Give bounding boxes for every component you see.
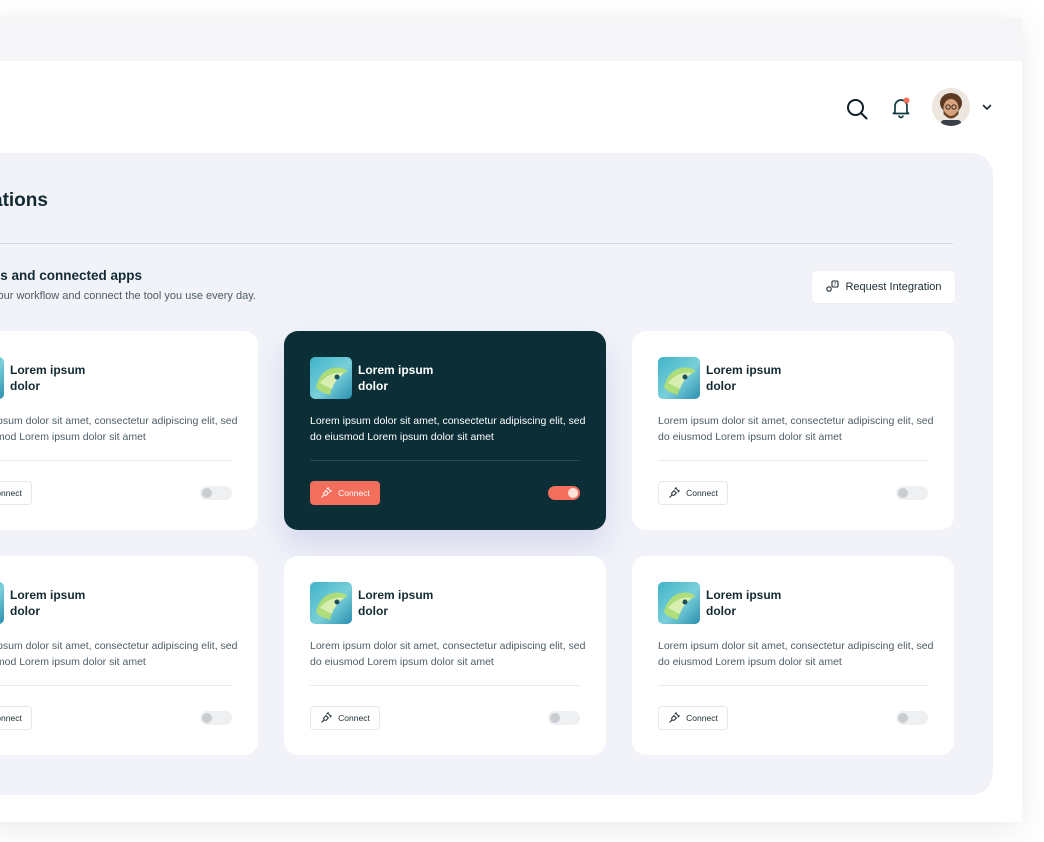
section-title: ns and connected apps (0, 268, 143, 283)
connect-button[interactable]: Connect (658, 481, 728, 505)
integration-card[interactable]: Lorem ipsum dolor Lorem ipsum dolor sit a… (284, 331, 606, 530)
toggle-knob (568, 488, 578, 498)
svg-text:?: ? (834, 282, 837, 288)
app-logo-icon (0, 357, 4, 399)
card-header: Lorem ipsum dolor (0, 582, 100, 624)
avatar[interactable] (932, 88, 970, 126)
request-icon: ? (825, 279, 840, 296)
enable-toggle[interactable] (896, 486, 928, 500)
connect-label: Connect (686, 713, 718, 723)
card-divider (310, 685, 580, 686)
card-header: Lorem ipsum dolor (310, 357, 448, 399)
card-divider (0, 685, 232, 686)
enable-toggle[interactable] (548, 486, 580, 500)
search-icon[interactable] (842, 94, 872, 124)
card-divider (658, 685, 928, 686)
app-name: Lorem ipsum dolor (358, 588, 434, 618)
enable-toggle[interactable] (200, 711, 232, 725)
integration-card[interactable]: Lorem ipsum dolor Lorem ipsum dolor sit a… (0, 556, 258, 755)
connect-label: Connect (338, 488, 370, 498)
app-description: Lorem ipsum dolor sit amet, consectetur … (310, 640, 586, 668)
connect-button[interactable]: Connect (310, 706, 380, 730)
integration-card[interactable]: Lorem ipsum dolor Lorem ipsum dolor sit a… (632, 331, 954, 530)
card-header: Lorem ipsum dolor (0, 357, 100, 399)
card-header: Lorem ipsum dolor (658, 582, 796, 624)
toggle-knob (898, 713, 908, 723)
app-description: Lorem ipsum dolor sit amet, consectetur … (658, 640, 934, 668)
connect-label: Connect (338, 713, 370, 723)
app-name: Lorem ipsum dolor (358, 363, 434, 393)
card-header: Lorem ipsum dolor (310, 582, 448, 624)
toggle-knob (202, 713, 212, 723)
enable-toggle[interactable] (896, 711, 928, 725)
page-title: ations (0, 190, 48, 211)
request-integration-label: Request Integration (845, 281, 942, 293)
card-divider (310, 460, 580, 461)
app-logo-icon (658, 582, 700, 624)
plug-icon (668, 711, 681, 726)
toggle-knob (202, 488, 212, 498)
connect-button[interactable]: Connect (0, 706, 32, 730)
plug-icon (320, 711, 333, 726)
connect-button[interactable]: Connect (310, 481, 380, 505)
integration-card[interactable]: Lorem ipsum dolor Lorem ipsum dolor sit a… (632, 556, 954, 755)
app-window: ations ns and connected apps your workfl… (0, 18, 1022, 822)
app-description: Lorem ipsum dolor sit amet, consectetur … (310, 415, 586, 443)
app-name: Lorem ipsum dolor (10, 363, 86, 393)
app-logo-icon (0, 582, 4, 624)
app-name: Lorem ipsum dolor (706, 588, 782, 618)
app-description: Lorem ipsum dolor sit amet, consectetur … (658, 415, 934, 443)
app-name: Lorem ipsum dolor (706, 363, 782, 393)
request-integration-button[interactable]: ? Request Integration (812, 271, 955, 303)
connect-button[interactable]: Connect (658, 706, 728, 730)
app-logo-icon (658, 357, 700, 399)
toggle-knob (550, 713, 560, 723)
chevron-down-icon[interactable] (978, 98, 996, 116)
app-description: Lorem ipsum dolor sit amet, consectetur … (0, 415, 238, 443)
title-bar (0, 18, 1022, 61)
card-divider (0, 460, 232, 461)
connect-label: Connect (686, 488, 718, 498)
enable-toggle[interactable] (200, 486, 232, 500)
toggle-knob (898, 488, 908, 498)
integration-card[interactable]: Lorem ipsum dolor Lorem ipsum dolor sit a… (0, 331, 258, 530)
plug-icon (320, 486, 333, 501)
app-name: Lorem ipsum dolor (10, 588, 86, 618)
app-logo-icon (310, 582, 352, 624)
card-divider (658, 460, 928, 461)
connect-label: Connect (0, 488, 22, 498)
app-description: Lorem ipsum dolor sit amet, consectetur … (0, 640, 238, 668)
enable-toggle[interactable] (548, 711, 580, 725)
section-description: your workflow and connect the tool you u… (0, 290, 256, 302)
divider (0, 243, 953, 244)
bell-icon[interactable] (886, 92, 916, 122)
connect-label: Connect (0, 713, 22, 723)
app-logo-icon (310, 357, 352, 399)
plug-icon (668, 486, 681, 501)
integration-card[interactable]: Lorem ipsum dolor Lorem ipsum dolor sit a… (284, 556, 606, 755)
card-header: Lorem ipsum dolor (658, 357, 796, 399)
connect-button[interactable]: Connect (0, 481, 32, 505)
